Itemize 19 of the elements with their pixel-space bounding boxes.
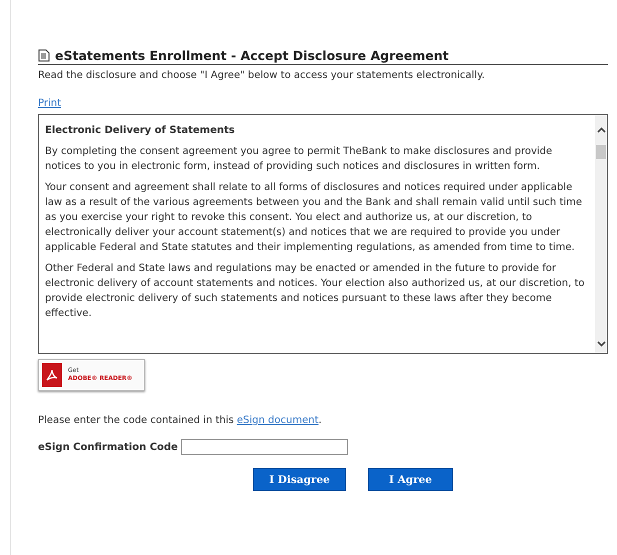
code-input-field[interactable] <box>180 439 348 455</box>
agree-button[interactable]: I Agree <box>368 468 453 491</box>
print-link[interactable]: Print <box>38 98 62 109</box>
page-title: eStatements Enrollment - Accept Disclosure Agreement <box>55 48 449 63</box>
disclosure-paragraph: Other Federal and State laws and regulations may be enacted or amended in the future to provide for electronic delivery of account statements and notices. Your election also authorized us, at our discretion, to provide electronic delivery of such statements and notices pursuant to these laws after they become effective. <box>45 262 586 321</box>
prompt-text: Please enter the code contained in this eSign document. <box>38 415 323 426</box>
scroll-thumb[interactable] <box>596 145 606 159</box>
disagree-button[interactable]: I Disagree <box>253 468 346 491</box>
scrollbar[interactable] <box>595 115 607 353</box>
disclosure-paragraph: By completing the consent agreement you agree to permit TheBank to make disclosures and provide notices to you in electronic form, instead of providing such notices and disclosures in written form. <box>45 145 554 174</box>
field-label: eSign Confirmation Code <box>38 442 178 452</box>
instruction-text: Read the disclosure and choose "I Agree" below to access your statements electronically. <box>38 70 486 81</box>
pdf-icon <box>42 363 62 387</box>
disclosure-paragraph: Your consent and agreement shall relate to all forms of disclosures and notices required under applicable law as a result of the various agreements between you and the Bank and shall remain valid until such time as you exercise your right to revoke this consent. You elect and authorize us, at our discretion, to electronically deliver your account statement(s) and notices that we are required to provide you under applicable Federal and State statutes and their implementing regulations, as amended from time to time. <box>45 181 584 255</box>
scroll-down-icon[interactable] <box>596 341 606 347</box>
disclosure-heading: Electronic Delivery of Statements <box>45 124 236 138</box>
esign-link[interactable]: eSign document <box>236 415 318 426</box>
scroll-up-icon[interactable] <box>596 127 606 133</box>
document-icon <box>38 49 50 62</box>
